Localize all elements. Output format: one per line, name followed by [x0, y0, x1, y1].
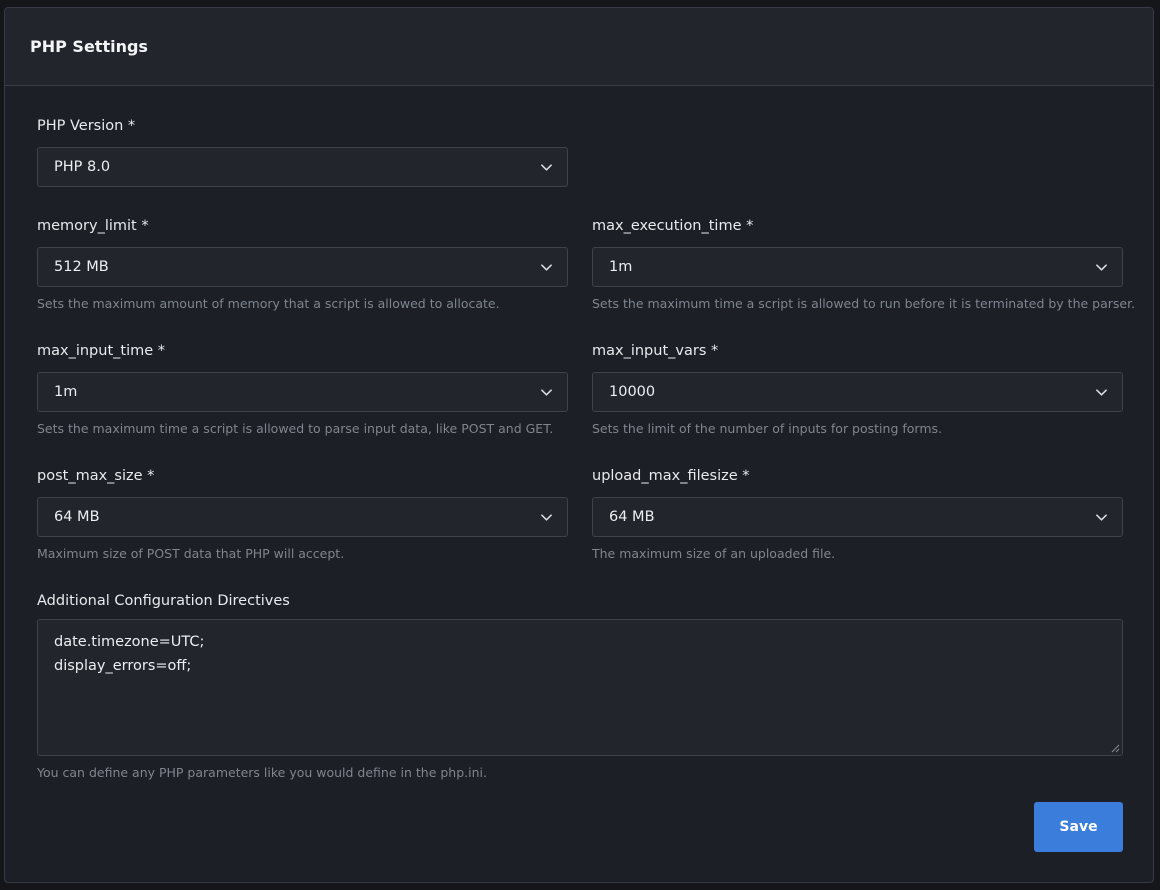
max-execution-time-label: max_execution_time *	[592, 218, 754, 234]
max-execution-time-field: max_execution_time * 1m Sets the maximum…	[592, 216, 1136, 312]
max-input-time-label: max_input_time *	[37, 343, 166, 359]
memory-limit-label: memory_limit *	[37, 218, 149, 234]
max-input-time-select[interactable]: 1m	[37, 372, 568, 412]
chevron-down-icon	[541, 264, 552, 271]
php-version-field: PHP Version * PHP 8.0	[37, 116, 568, 187]
max-execution-time-select[interactable]: 1m	[592, 247, 1123, 287]
resize-grip-icon[interactable]	[1111, 744, 1120, 753]
upload-max-filesize-field: upload_max_filesize * 64 MB The maximum …	[592, 466, 1123, 562]
page-title: PHP Settings	[30, 37, 148, 56]
max-input-vars-label: max_input_vars *	[592, 343, 719, 359]
chevron-down-icon	[541, 389, 552, 396]
textarea-line: date.timezone=UTC;	[54, 634, 205, 650]
max-input-vars-help: Sets the limit of the number of inputs f…	[592, 421, 942, 436]
upload-max-filesize-select[interactable]: 64 MB	[592, 497, 1123, 537]
max-input-vars-value: 10000	[609, 384, 656, 400]
chevron-down-icon	[541, 514, 552, 521]
additional-config-help: You can define any PHP parameters like y…	[37, 765, 487, 780]
post-max-size-label: post_max_size *	[37, 468, 155, 484]
php-settings-card: PHP Settings PHP Version * PHP 8.0 memor…	[4, 7, 1154, 883]
card-header: PHP Settings	[5, 8, 1153, 86]
max-input-vars-select[interactable]: 10000	[592, 372, 1123, 412]
chevron-down-icon	[541, 164, 552, 171]
memory-limit-help: Sets the maximum amount of memory that a…	[37, 296, 500, 311]
php-version-select[interactable]: PHP 8.0	[37, 147, 568, 187]
post-max-size-select[interactable]: 64 MB	[37, 497, 568, 537]
chevron-down-icon	[1096, 264, 1107, 271]
additional-config-label: Additional Configuration Directives	[37, 593, 290, 609]
php-version-label: PHP Version *	[37, 118, 136, 134]
php-version-value: PHP 8.0	[54, 159, 111, 175]
max-input-vars-field: max_input_vars * 10000 Sets the limit of…	[592, 341, 1123, 437]
max-execution-time-help: Sets the maximum time a script is allowe…	[592, 296, 1136, 311]
max-input-time-field: max_input_time * 1m Sets the maximum tim…	[37, 341, 568, 437]
post-max-size-value: 64 MB	[54, 509, 100, 525]
save-button[interactable]: Save	[1034, 802, 1123, 852]
upload-max-filesize-value: 64 MB	[609, 509, 655, 525]
memory-limit-field: memory_limit * 512 MB Sets the maximum a…	[37, 216, 568, 312]
chevron-down-icon	[1096, 514, 1107, 521]
additional-config-textarea[interactable]: date.timezone=UTC; display_errors=off;	[37, 619, 1123, 756]
post-max-size-help: Maximum size of POST data that PHP will …	[37, 546, 345, 561]
memory-limit-select[interactable]: 512 MB	[37, 247, 568, 287]
max-input-time-help: Sets the maximum time a script is allowe…	[37, 421, 554, 436]
upload-max-filesize-label: upload_max_filesize *	[592, 468, 750, 484]
upload-max-filesize-help: The maximum size of an uploaded file.	[592, 546, 836, 561]
textarea-line: display_errors=off;	[54, 658, 192, 674]
max-input-time-value: 1m	[54, 384, 78, 400]
post-max-size-field: post_max_size * 64 MB Maximum size of PO…	[37, 466, 568, 562]
chevron-down-icon	[1096, 389, 1107, 396]
memory-limit-value: 512 MB	[54, 259, 109, 275]
max-execution-time-value: 1m	[609, 259, 633, 275]
